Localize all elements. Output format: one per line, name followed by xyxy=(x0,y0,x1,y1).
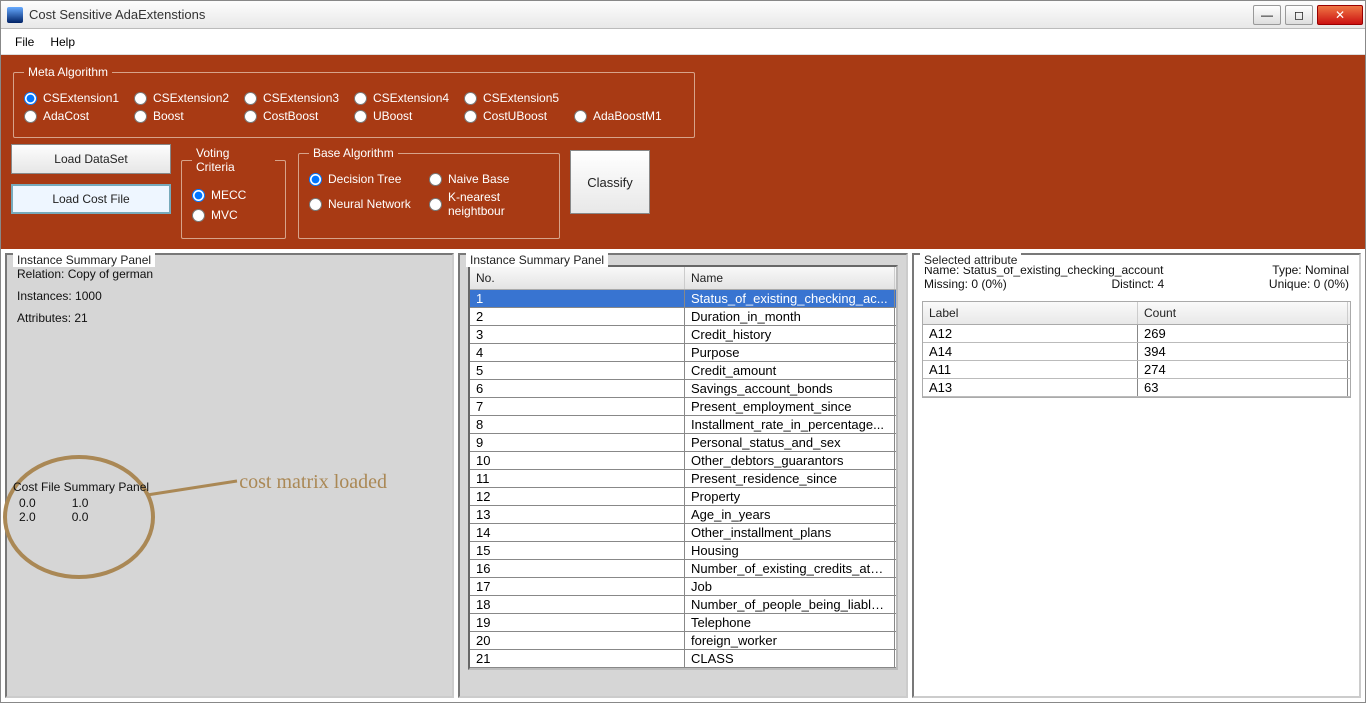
column-header[interactable]: Name xyxy=(685,267,895,289)
table-row[interactable]: 7Present_employment_since xyxy=(470,398,896,416)
instance-summary-left: Instance Summary Panel Relation: Copy of… xyxy=(5,253,454,698)
controls-panel: Meta Algorithm CSExtension1CSExtension2C… xyxy=(1,55,1365,249)
relation-value: Copy of german xyxy=(68,267,153,281)
table-row[interactable]: 9Personal_status_and_sex xyxy=(470,434,896,452)
table-row[interactable]: 2Duration_in_month xyxy=(470,308,896,326)
table-row[interactable]: A12269 xyxy=(923,325,1350,343)
left-panel-title: Instance Summary Panel xyxy=(13,253,155,267)
costboost-radio[interactable]: CostBoost xyxy=(244,109,354,123)
attr-distinct-label: Distinct: xyxy=(1111,277,1154,291)
table-row[interactable]: 8Installment_rate_in_percentage... xyxy=(470,416,896,434)
titlebar[interactable]: Cost Sensitive AdaExtenstions — ◻ ✕ xyxy=(1,1,1365,29)
table-row[interactable]: A14394 xyxy=(923,343,1350,361)
csextension3-radio[interactable]: CSExtension3 xyxy=(244,91,354,105)
table-row[interactable]: 10Other_debtors_guarantors xyxy=(470,452,896,470)
menu-file[interactable]: File xyxy=(7,31,42,53)
attr-unique-label: Unique: xyxy=(1269,277,1310,291)
naive-base-radio[interactable]: Naive Base xyxy=(429,172,549,186)
csextension1-radio[interactable]: CSExtension1 xyxy=(24,91,134,105)
attr-type-value: Nominal xyxy=(1305,263,1349,277)
table-row[interactable]: 20foreign_worker xyxy=(470,632,896,650)
table-row[interactable]: 14Other_installment_plans xyxy=(470,524,896,542)
attr-distinct-value: 4 xyxy=(1157,277,1164,291)
column-header[interactable]: Label xyxy=(923,302,1138,324)
mecc-radio[interactable]: MECC xyxy=(192,188,275,202)
attr-missing-label: Missing: xyxy=(924,277,968,291)
csextension5-radio[interactable]: CSExtension5 xyxy=(464,91,574,105)
app-window: Cost Sensitive AdaExtenstions — ◻ ✕ File… xyxy=(0,0,1366,703)
table-row[interactable]: 18Number_of_people_being_liable... xyxy=(470,596,896,614)
column-header[interactable]: No. xyxy=(470,267,685,289)
table-row[interactable]: 17Job xyxy=(470,578,896,596)
relation-label: Relation: xyxy=(17,267,64,281)
cost-cell: 0.0 xyxy=(19,496,36,510)
meta-algorithm-group: Meta Algorithm CSExtension1CSExtension2C… xyxy=(13,65,695,138)
table-row[interactable]: 16Number_of_existing_credits_at_... xyxy=(470,560,896,578)
costfile-title: Cost File Summary Panel xyxy=(13,480,149,494)
selected-attribute-panel: Selected attribute Name: Status_of_exist… xyxy=(912,253,1361,698)
cost-cell: 0.0 xyxy=(72,510,89,524)
cost-cell: 2.0 xyxy=(19,510,36,524)
table-row[interactable]: A11274 xyxy=(923,361,1350,379)
uboost-radio[interactable]: UBoost xyxy=(354,109,464,123)
table-row[interactable]: 12Property xyxy=(470,488,896,506)
minimize-button[interactable]: — xyxy=(1253,5,1281,25)
mid-panel-title: Instance Summary Panel xyxy=(466,253,608,267)
load-dataset-button[interactable]: Load DataSet xyxy=(11,144,171,174)
menubar: File Help xyxy=(1,29,1365,55)
load-costfile-button[interactable]: Load Cost File xyxy=(11,184,171,214)
neural-network-radio[interactable]: Neural Network xyxy=(309,190,429,218)
attr-type-label: Type: xyxy=(1272,263,1301,277)
instances-value: 1000 xyxy=(75,289,102,303)
cost-file-summary: Cost File Summary Panel 0.01.02.00.0 xyxy=(13,480,149,526)
attribute-values-table[interactable]: LabelCount A12269A14394A11274A1363 xyxy=(922,301,1351,398)
right-panel-title: Selected attribute xyxy=(920,253,1021,267)
table-row[interactable]: 6Savings_account_bonds xyxy=(470,380,896,398)
adaboostm1-radio[interactable]: AdaBoostM1 xyxy=(574,109,684,123)
window-title: Cost Sensitive AdaExtenstions xyxy=(29,7,1251,22)
close-button[interactable]: ✕ xyxy=(1317,5,1363,25)
csextension4-radio[interactable]: CSExtension4 xyxy=(354,91,464,105)
table-row[interactable]: 11Present_residence_since xyxy=(470,470,896,488)
csextension2-radio[interactable]: CSExtension2 xyxy=(134,91,244,105)
instance-summary-mid: Instance Summary Panel No.Name 1Status_o… xyxy=(458,253,908,698)
table-row[interactable]: 1Status_of_existing_checking_ac... xyxy=(470,290,896,308)
column-header[interactable]: Count xyxy=(1138,302,1348,324)
menu-help[interactable]: Help xyxy=(42,31,83,53)
table-row[interactable]: 21CLASS xyxy=(470,650,896,668)
table-row[interactable]: 19Telephone xyxy=(470,614,896,632)
table-row[interactable]: 5Credit_amount xyxy=(470,362,896,380)
adacost-radio[interactable]: AdaCost xyxy=(24,109,134,123)
attr-missing-value: 0 (0%) xyxy=(971,277,1006,291)
table-row[interactable]: A1363 xyxy=(923,379,1350,397)
attributes-table[interactable]: No.Name 1Status_of_existing_checking_ac.… xyxy=(468,265,898,670)
mvc-radio[interactable]: MVC xyxy=(192,208,275,222)
voting-criteria-group: Voting Criteria MECC MVC xyxy=(181,146,286,239)
voting-legend: Voting Criteria xyxy=(192,146,275,174)
main-area: Instance Summary Panel Relation: Copy of… xyxy=(1,249,1365,702)
attributes-value: 21 xyxy=(74,311,87,325)
annotation-text: cost matrix loaded xyxy=(239,471,387,494)
table-row[interactable]: 13Age_in_years xyxy=(470,506,896,524)
table-row[interactable]: 4Purpose xyxy=(470,344,896,362)
basealg-legend: Base Algorithm xyxy=(309,146,398,160)
attributes-label: Attributes: xyxy=(17,311,71,325)
k-nearest-neightbour-radio[interactable]: K-nearest neightbour xyxy=(429,190,549,218)
classify-button[interactable]: Classify xyxy=(570,150,650,214)
maximize-button[interactable]: ◻ xyxy=(1285,5,1313,25)
table-row[interactable]: 3Credit_history xyxy=(470,326,896,344)
instances-label: Instances: xyxy=(17,289,72,303)
java-icon xyxy=(7,7,23,23)
boost-radio[interactable]: Boost xyxy=(134,109,244,123)
table-row[interactable]: 15Housing xyxy=(470,542,896,560)
base-algorithm-group: Base Algorithm Decision TreeNaive Base N… xyxy=(298,146,560,239)
decision-tree-radio[interactable]: Decision Tree xyxy=(309,172,429,186)
costuboost-radio[interactable]: CostUBoost xyxy=(464,109,574,123)
meta-legend: Meta Algorithm xyxy=(24,65,112,79)
cost-cell: 1.0 xyxy=(72,496,89,510)
attr-unique-value: 0 (0%) xyxy=(1314,277,1349,291)
